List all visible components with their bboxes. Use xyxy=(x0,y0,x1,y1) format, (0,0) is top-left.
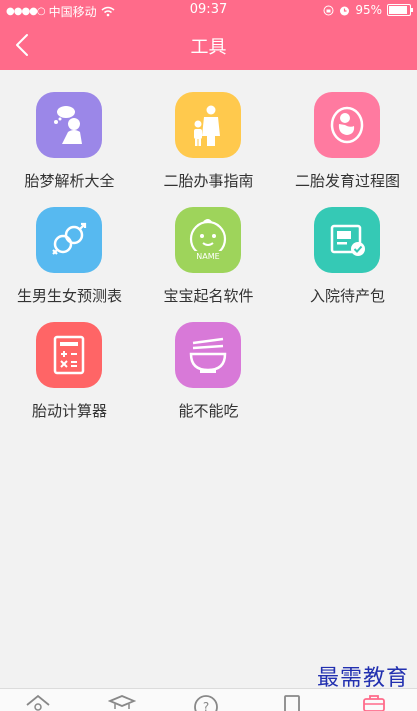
svg-text:?: ? xyxy=(203,700,209,711)
battery-percent: 95% xyxy=(355,3,382,17)
tool-label: 胎动计算器 xyxy=(31,402,107,420)
calculator-icon xyxy=(36,322,102,388)
rotation-lock-icon xyxy=(323,5,334,15)
tool-label: 能不能吃 xyxy=(178,402,239,420)
battery-icon xyxy=(387,4,413,16)
checklist-icon xyxy=(314,207,380,273)
tool-gender-prediction[interactable]: 生男生女预测表 xyxy=(0,185,139,305)
fetus-icon xyxy=(314,92,380,158)
tool-baby-naming[interactable]: NAME 宝宝起名软件 xyxy=(139,185,278,305)
toolbox-icon[interactable] xyxy=(360,693,388,711)
status-bar: ●●●●○ 中国移动 09:37 95% xyxy=(0,0,417,20)
bowl-icon xyxy=(175,322,241,388)
svg-text:NAME: NAME xyxy=(196,252,219,261)
family-icon xyxy=(175,92,241,158)
tool-kick-counter[interactable]: 胎动计算器 xyxy=(0,300,139,420)
tool-second-child-guide[interactable]: 二胎办事指南 xyxy=(139,70,278,190)
tool-can-i-eat[interactable]: 能不能吃 xyxy=(139,300,278,420)
alarm-icon xyxy=(340,6,350,15)
home-icon[interactable] xyxy=(24,693,52,711)
help-icon[interactable]: ? xyxy=(192,693,220,711)
page-title: 工具 xyxy=(190,37,227,58)
school-icon[interactable] xyxy=(108,693,136,711)
baby-name-icon: NAME xyxy=(175,207,241,273)
tool-hospital-bag[interactable]: 入院待产包 xyxy=(278,185,417,305)
gender-icon xyxy=(36,207,102,273)
dream-icon xyxy=(36,92,102,158)
tool-label: 入院待产包 xyxy=(309,287,385,305)
status-right: 95% xyxy=(323,3,413,17)
book-icon[interactable] xyxy=(278,693,306,711)
tool-dream-analysis[interactable]: 胎梦解析大全 xyxy=(0,70,139,190)
tool-fetal-development[interactable]: 二胎发育过程图 xyxy=(278,70,417,190)
tab-bar: ? xyxy=(0,688,417,711)
nav-bar: 工具 xyxy=(0,20,417,70)
